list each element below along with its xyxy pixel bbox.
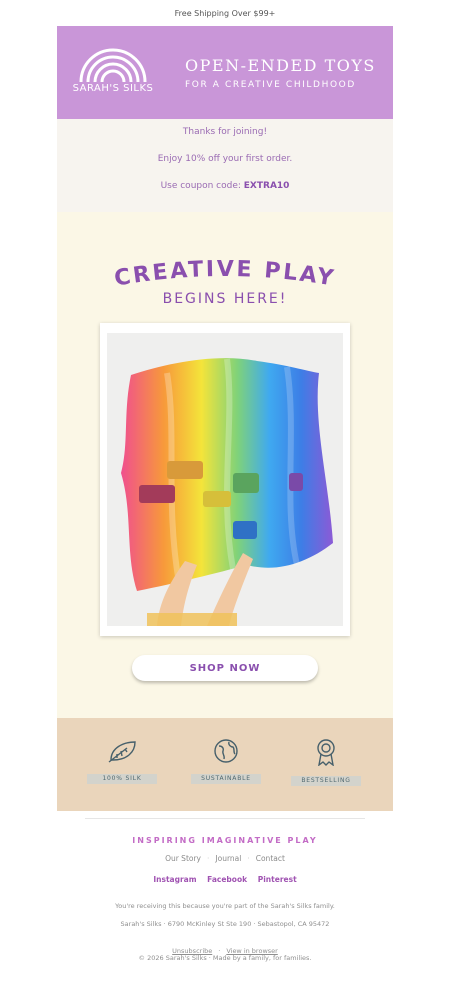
footer-nav: Our Story · Journal · Contact xyxy=(0,854,450,863)
discount-text: Enjoy 10% off your first order. xyxy=(157,154,293,164)
thanks-text: Thanks for joining! xyxy=(182,127,268,137)
email-page: Free Shipping Over $99+ SARAH'S SILKS OP… xyxy=(0,0,450,991)
badge-label: SUSTAINABLE xyxy=(191,774,261,784)
social-link-instagram[interactable]: Instagram xyxy=(153,875,196,884)
brand-logo[interactable]: SARAH'S SILKS xyxy=(57,26,169,119)
value-badges: 100% SILK SUSTAINABLE BESTSELLING xyxy=(57,718,393,811)
email-header: SARAH'S SILKS OPEN-ENDED TOYS FOR A CREA… xyxy=(57,26,393,119)
rainbow-logo-icon xyxy=(79,48,147,82)
leaf-icon xyxy=(108,741,136,763)
tagline-primary: OPEN-ENDED TOYS xyxy=(185,55,376,75)
tagline-secondary: FOR A CREATIVE CHILDHOOD xyxy=(185,79,356,90)
footer-divider xyxy=(85,818,365,819)
svg-text:CREATIVE PLAY: CREATIVE PLAY xyxy=(113,257,338,290)
hero-subheadline: BEGINS HERE! xyxy=(162,291,288,307)
subscription-notice: You're receiving this because you're par… xyxy=(115,902,335,910)
nav-link-journal[interactable]: Journal xyxy=(215,854,241,863)
social-link-facebook[interactable]: Facebook xyxy=(207,875,247,884)
shipping-banner-text: Free Shipping Over $99+ xyxy=(174,8,276,18)
hero-image-frame[interactable] xyxy=(100,323,350,636)
shipping-banner: Free Shipping Over $99+ xyxy=(0,0,450,26)
social-links: Instagram Facebook Pinterest xyxy=(0,875,450,884)
welcome-section: Thanks for joining! Enjoy 10% off your f… xyxy=(57,119,393,212)
award-ribbon-icon xyxy=(317,739,335,767)
headline-text: CREATIVE PLAY xyxy=(113,257,335,290)
coupon-prefix: Use coupon code: xyxy=(160,181,244,191)
mailing-address: Sarah's Silks · 6790 McKinley St Ste 190… xyxy=(120,920,330,928)
nav-link-our-story[interactable]: Our Story xyxy=(165,854,201,863)
badge-label: BESTSELLING xyxy=(291,776,361,786)
brand-name: SARAH'S SILKS xyxy=(72,83,154,94)
coupon-code: EXTRA10 xyxy=(243,181,290,191)
footer-heading: INSPIRING IMAGINATIVE PLAY xyxy=(132,836,318,845)
hero-section: CREATIVE PLAY BEGINS HERE! SHOP NOW xyxy=(57,212,393,718)
nav-link-contact[interactable]: Contact xyxy=(256,854,285,863)
nav-separator: · xyxy=(207,854,210,863)
rainbow-silk-image xyxy=(107,333,343,626)
badge-sustainable: SUSTAINABLE xyxy=(191,738,261,784)
badge-silk: 100% SILK xyxy=(87,738,157,784)
badge-bestselling: BESTSELLING xyxy=(291,738,361,786)
shop-now-button[interactable]: SHOP NOW xyxy=(132,655,318,681)
hero-headline: CREATIVE PLAY xyxy=(113,257,338,290)
header-tagline: OPEN-ENDED TOYS FOR A CREATIVE CHILDHOOD xyxy=(185,56,376,90)
badge-label: 100% SILK xyxy=(87,774,157,784)
coupon-line: Use coupon code: EXTRA10 xyxy=(57,181,393,191)
copyright: © 2026 Sarah's Silks · Made by a family,… xyxy=(138,954,312,962)
social-link-pinterest[interactable]: Pinterest xyxy=(258,875,297,884)
globe-icon xyxy=(214,739,238,763)
nav-separator: · xyxy=(247,854,250,863)
